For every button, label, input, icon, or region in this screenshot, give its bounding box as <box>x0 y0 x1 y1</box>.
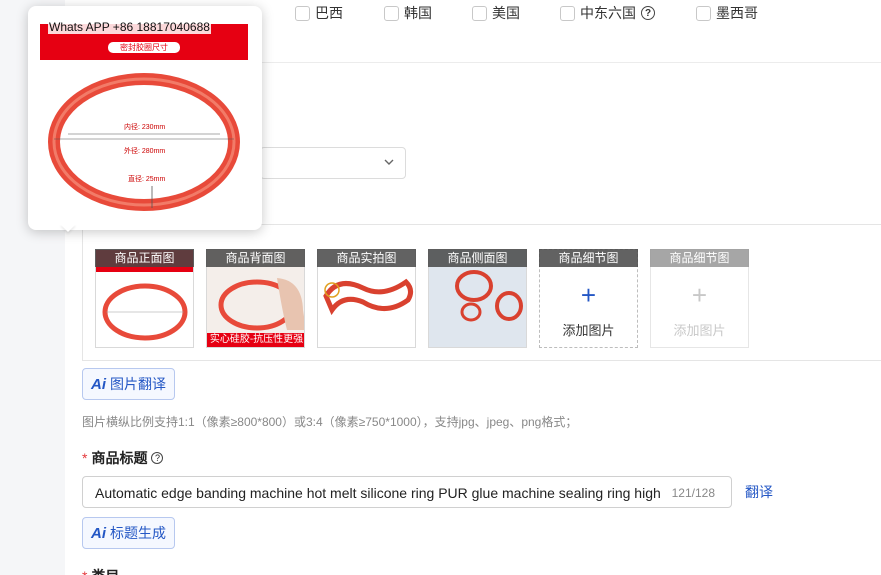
checkbox[interactable] <box>560 5 575 21</box>
ai-title-generate-button[interactable]: Ai 标题生成 <box>82 517 175 549</box>
title-input[interactable]: Automatic edge banding machine hot melt … <box>82 476 732 508</box>
image-slot-label: 商品细节图 <box>650 249 749 267</box>
checkbox[interactable] <box>696 5 711 21</box>
image-preview-popup: 密封胶圈尺寸 内径: 230mm 外径: 280mm 直径: 25mm What… <box>28 6 262 230</box>
checkbox[interactable] <box>472 5 487 21</box>
checkbox[interactable] <box>295 5 310 21</box>
country-label: 韩国 <box>404 5 432 21</box>
title-input-value[interactable]: Automatic edge banding machine hot melt … <box>95 485 661 501</box>
checkbox[interactable] <box>384 5 399 21</box>
image-slot-label: 商品背面图 <box>206 249 305 267</box>
outer-diameter-label: 外径: 280mm <box>124 148 166 155</box>
country-checkbox-gcc[interactable]: 中东六国 ? <box>560 3 655 23</box>
image-caption: 实心硅胶-抗压性更强 <box>207 333 304 347</box>
title-field-label: * 商品标题 ? <box>82 448 164 468</box>
dropdown-select[interactable] <box>260 147 406 179</box>
help-icon[interactable]: ? <box>151 452 164 464</box>
country-label: 中东六国 <box>580 5 636 21</box>
watermark: Whats APP +86 18817040688 <box>48 20 211 34</box>
translate-link[interactable]: 翻译 <box>745 482 773 502</box>
help-icon[interactable]: ? <box>641 6 655 20</box>
ai-icon: Ai <box>91 524 106 542</box>
banner-subtitle: 密封胶圈尺寸 <box>120 43 168 52</box>
country-checkbox-usa[interactable]: 美国 <box>472 3 520 23</box>
country-label: 巴西 <box>315 5 343 21</box>
inner-diameter-label: 内径: 230mm <box>124 124 166 131</box>
add-image-label: 添加图片 <box>673 323 726 338</box>
chevron-down-icon <box>384 159 394 165</box>
plus-icon: + <box>580 280 597 310</box>
add-image-label: 添加图片 <box>562 323 615 338</box>
country-checkbox-korea[interactable]: 韩国 <box>384 3 432 23</box>
section-divider <box>260 62 881 63</box>
button-label: 标题生成 <box>110 525 166 541</box>
label-text: 类目 <box>91 568 119 575</box>
preview-image <box>40 24 248 211</box>
popup-arrow <box>60 224 76 232</box>
country-checkbox-brazil[interactable]: 巴西 <box>295 3 343 23</box>
image-slot-label: 商品侧面图 <box>428 249 527 267</box>
category-field-label: * 类目 <box>82 566 119 575</box>
required-asterisk: * <box>82 568 91 575</box>
country-label: 墨西哥 <box>716 5 758 21</box>
image-slot-label: 商品正面图 <box>95 249 194 267</box>
image-format-hint: 图片横纵比例支持1:1（像素≥800*800）或3:4（像素≥750*1000）… <box>82 415 578 429</box>
country-checkbox-mexico[interactable]: 墨西哥 <box>696 3 758 23</box>
product-image-panel: 商品正面图 实心硅胶-抗压性更强 商品背面图 商品实拍图 商品侧面图 + 添加图… <box>82 224 881 361</box>
plus-icon: + <box>691 280 708 310</box>
ai-image-translate-button[interactable]: Ai 图片翻译 <box>82 368 175 400</box>
char-counter: 121/128 <box>671 486 715 500</box>
country-label: 美国 <box>492 5 520 21</box>
required-asterisk: * <box>82 450 88 466</box>
thickness-label: 直径: 25mm <box>128 176 166 183</box>
page: 巴西 韩国 美国 中东六国 ? 墨西哥 商品正面图 实心硅胶-抗压性更强 商品背… <box>0 0 881 575</box>
ai-icon: Ai <box>91 375 106 393</box>
image-slot-label: 商品实拍图 <box>317 249 416 267</box>
image-slot-label: 商品细节图 <box>539 249 638 267</box>
label-text: 商品标题 <box>91 450 148 466</box>
button-label: 图片翻译 <box>110 376 166 392</box>
